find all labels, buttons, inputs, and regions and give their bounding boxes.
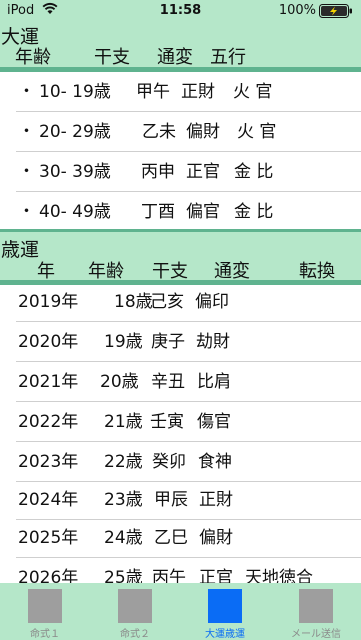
taiun-tsuhen: 正官 <box>186 162 220 182</box>
saiun-row[interactable]: 2024年 23歳 甲辰 正財 <box>0 480 361 520</box>
taiun-gogyo: 金 比 <box>234 202 274 222</box>
taiun-col-tsuhen: 通変 <box>157 47 193 68</box>
saiun-age: 24歳 <box>104 528 143 548</box>
tab-taiun-saiun[interactable]: 大運歳運 <box>180 583 270 640</box>
saiun-tsuhen: 偏印 <box>195 292 229 312</box>
taiun-kanshi: 丙申 <box>141 162 175 182</box>
saiun-tsuhen: 劫財 <box>196 332 230 352</box>
taiun-age: 40- 49歳 <box>39 202 111 222</box>
taiun-gogyo: 火 官 <box>233 82 273 102</box>
saiun-year: 2023年 <box>18 452 79 472</box>
taiun-row[interactable]: ・ 10- 19歳 甲午 正財 火 官 <box>0 72 361 112</box>
taiun-age: 20- 29歳 <box>39 122 111 142</box>
taiun-tsuhen: 偏財 <box>186 122 220 142</box>
taiun-col-gogyo: 五行 <box>210 47 246 68</box>
tab-label: 大運歳運 <box>205 629 245 640</box>
saiun-year: 2025年 <box>18 528 79 548</box>
row-bullet: ・ <box>18 162 35 182</box>
saiun-year: 2019年 <box>18 292 79 312</box>
saiun-kanshi: 庚子 <box>151 332 185 352</box>
taiun-kanshi: 乙未 <box>142 122 176 142</box>
saiun-year: 2022年 <box>18 412 79 432</box>
taiun-col-age: 年齢 <box>15 47 51 68</box>
saiun-kanshi: 甲辰 <box>154 490 188 510</box>
battery-icon <box>319 4 353 22</box>
taiun-row[interactable]: ・ 30- 39歳 丙申 正官 金 比 <box>0 152 361 192</box>
taiun-row[interactable]: ・ 40- 49歳 丁酉 偏官 金 比 <box>0 192 361 232</box>
saiun-age: 22歳 <box>104 452 143 472</box>
taiun-gogyo: 金 比 <box>234 162 274 182</box>
taiun-row[interactable]: ・ 20- 29歳 乙未 偏財 火 官 <box>0 112 361 152</box>
saiun-kanshi: 辛丑 <box>151 372 185 392</box>
taiun-tsuhen: 正財 <box>181 82 215 102</box>
saiun-age: 20歳 <box>100 372 139 392</box>
taiun-col-kanshi: 干支 <box>94 47 130 68</box>
saiun-age: 23歳 <box>104 490 143 510</box>
tab-meishiki-2[interactable]: 命式２ <box>90 583 180 640</box>
saiun-header: 歳運 年 年齢 干支 通変 転換 <box>0 232 361 282</box>
saiun-row[interactable]: 2020年 19歳 庚子 劫財 <box>0 322 361 362</box>
saiun-row[interactable]: 2021年 20歳 辛丑 比肩 <box>0 362 361 402</box>
taiun-header: 大運 年齢 干支 通変 五行 <box>0 22 361 68</box>
tab-bar: 命式１ 命式２ 大運歳運 メール送信 <box>0 583 361 640</box>
tab-placeholder-icon <box>299 589 333 623</box>
saiun-row[interactable]: 2022年 21歳 壬寅 傷官 <box>0 402 361 442</box>
saiun-year: 2020年 <box>18 332 79 352</box>
saiun-tsuhen: 比肩 <box>197 372 231 392</box>
saiun-row[interactable]: 2023年 22歳 癸卯 食神 <box>0 442 361 482</box>
taiun-gogyo: 火 官 <box>237 122 277 142</box>
tab-label: 命式２ <box>120 629 150 640</box>
saiun-tsuhen: 傷官 <box>197 412 231 432</box>
saiun-kanshi: 壬寅 <box>150 412 184 432</box>
taiun-age: 10- 19歳 <box>39 82 111 102</box>
saiun-tsuhen: 正財 <box>199 490 233 510</box>
row-bullet: ・ <box>18 122 35 142</box>
taiun-kanshi: 丁酉 <box>141 202 175 222</box>
saiun-row[interactable]: 2025年 24歳 乙巳 偏財 <box>0 518 361 558</box>
tab-placeholder-icon <box>28 589 62 623</box>
battery-percent: 100% <box>278 3 316 18</box>
saiun-year: 2021年 <box>18 372 79 392</box>
saiun-age: 19歳 <box>104 332 143 352</box>
row-bullet: ・ <box>18 82 35 102</box>
tab-mail-send[interactable]: メール送信 <box>271 583 361 640</box>
tab-placeholder-icon <box>118 589 152 623</box>
tab-label: 命式１ <box>30 629 60 640</box>
saiun-kanshi: 癸卯 <box>152 452 186 472</box>
saiun-tsuhen: 食神 <box>198 452 232 472</box>
tab-meishiki-1[interactable]: 命式１ <box>0 583 90 640</box>
saiun-year: 2024年 <box>18 490 79 510</box>
taiun-kanshi: 甲午 <box>136 82 170 102</box>
status-bar: iPod 11:58 100% <box>0 0 361 22</box>
saiun-age: 18歳 <box>114 292 153 312</box>
saiun-tsuhen: 偏財 <box>199 528 233 548</box>
taiun-age: 30- 39歳 <box>39 162 111 182</box>
taiun-tsuhen: 偏官 <box>186 202 220 222</box>
saiun-kanshi: 己亥 <box>150 292 184 312</box>
row-bullet: ・ <box>18 202 35 222</box>
tab-label: メール送信 <box>291 629 341 640</box>
saiun-kanshi: 乙巳 <box>154 528 188 548</box>
saiun-age: 21歳 <box>104 412 143 432</box>
tab-placeholder-icon <box>208 589 242 623</box>
saiun-row[interactable]: 2019年 18歳 己亥 偏印 <box>0 282 361 322</box>
saiun-title: 歳運 <box>1 239 40 261</box>
